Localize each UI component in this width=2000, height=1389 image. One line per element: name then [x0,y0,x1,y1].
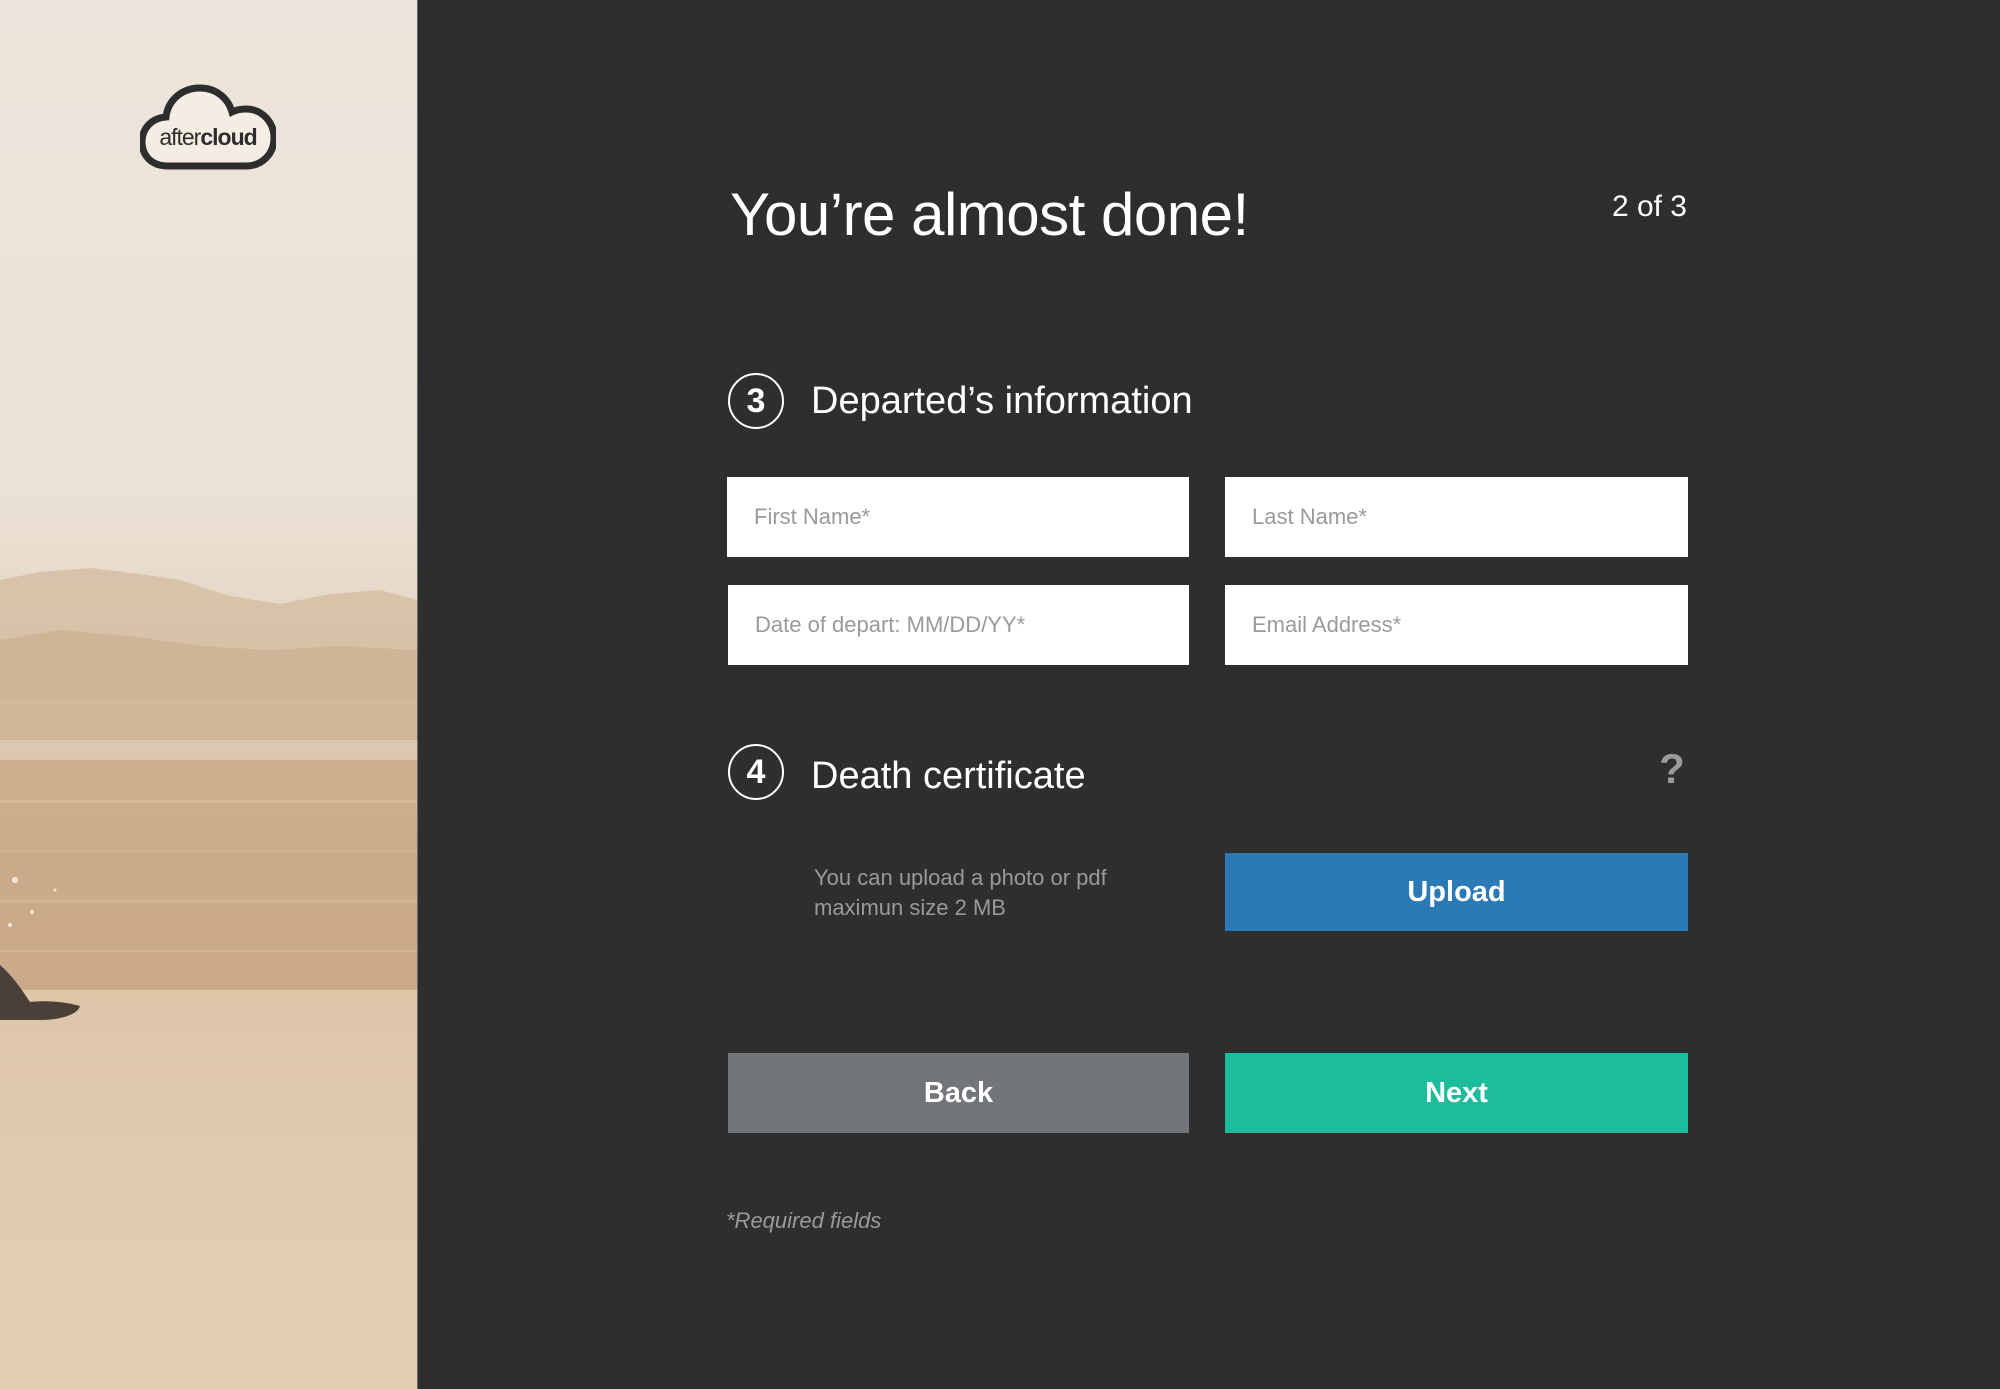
background-photo: aftercloud [0,0,418,1389]
first-name-input[interactable] [727,477,1189,557]
aftercloud-logo[interactable]: aftercloud [140,82,276,172]
email-address-input[interactable] [1225,585,1688,665]
section-number-4: 4 [728,744,784,800]
date-of-depart-input[interactable] [728,585,1189,665]
beach-scene-illustration [0,568,417,1389]
required-fields-note: *Required fields [726,1208,882,1233]
section-title-departed-information: Departed’s information [811,380,1193,422]
upload-note-line-2: maximun size 2 MB [814,895,1006,920]
question-mark-icon[interactable]: ? [1655,745,1689,793]
logo-wordmark: aftercloud [159,124,257,150]
upload-instructions: You can upload a photo or pdf maximun si… [814,863,1174,923]
upload-button[interactable]: Upload [1225,853,1688,931]
next-button[interactable]: Next [1225,1053,1688,1133]
section-title-death-certificate: Death certificate [811,755,1086,797]
step-indicator: 2 of 3 [1611,190,1687,223]
back-button[interactable]: Back [728,1053,1189,1133]
page-title: You’re almost done! [730,181,1249,248]
section-number-3: 3 [728,373,784,429]
upload-note-line-1: You can upload a photo or pdf [814,865,1107,890]
last-name-input[interactable] [1225,477,1688,557]
app-root: aftercloud You’re almost done! 2 of 3 3 … [0,0,2000,1389]
